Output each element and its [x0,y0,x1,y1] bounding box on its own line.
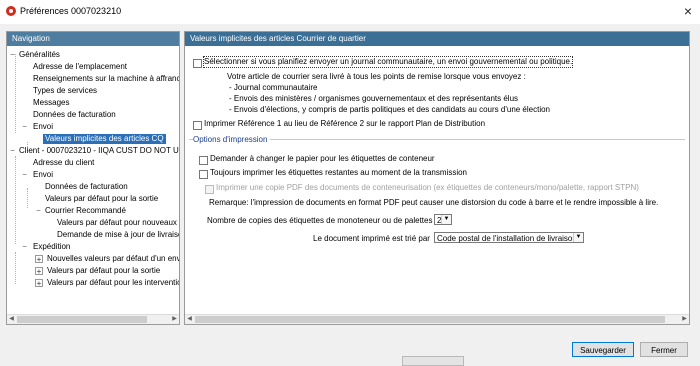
nav-item-client-donnees-facturation[interactable]: Données de facturation [45,182,128,192]
print-remaining-label[interactable]: Toujours imprimer les étiquettes restant… [210,168,467,178]
info-item-journal: - Journal communautaire [229,83,318,92]
nav-item-valeurs-nouveaux[interactable]: Valeurs par défaut pour nouveaux [57,218,177,228]
nav-item-client[interactable]: Client - 0007023210 - IIQA CUST DO NOT U… [19,146,179,156]
info-item-elections: - Envois d'élections, y compris de parti… [229,105,551,114]
reference-checkbox[interactable] [193,121,202,130]
scroll-left-icon[interactable]: ◀ [185,315,194,324]
navigation-pane: Navigation − Généralités Adresse de l'em… [6,31,180,325]
tree-line [15,54,16,133]
print-options-title: Options d'impression [193,135,271,145]
sort-label: Le document imprimé est trié par [313,234,430,243]
sort-select[interactable]: Code postal de l'installation de livrais… [434,232,584,243]
nav-item-expedition[interactable]: Expédition [33,242,70,252]
collapse-icon[interactable]: − [9,147,16,155]
nav-item-valeurs-implicites-cq[interactable]: Valeurs implicites des articles CQ [43,134,166,144]
nav-item-envoi[interactable]: Envoi [33,122,53,132]
expand-icon[interactable]: + [35,279,43,288]
navigation-header: Navigation [7,32,179,46]
tree-line [15,156,16,244]
nav-item-client-valeurs-sortie[interactable]: Valeurs par défaut pour la sortie [45,194,158,204]
tree-line [27,188,28,208]
nav-item-valeurs-interventions[interactable]: Valeurs par défaut pour les intervention… [47,278,179,288]
reference-checkbox-label[interactable]: Imprimer Référence 1 au lieu de Référenc… [204,119,485,129]
scroll-right-icon[interactable]: ▶ [170,315,179,324]
pdf-copy-label: Imprimer une copie PDF des documents de … [216,183,639,192]
title-bar: Préférences 0007023210 × [0,0,700,24]
scroll-left-icon[interactable]: ◀ [7,315,16,324]
content-pane: Valeurs implicites des articles Courrier… [184,31,690,325]
collapse-icon[interactable]: − [9,51,16,59]
nav-item-types-services[interactable]: Types de services [33,86,97,96]
window-title: Préférences 0007023210 [20,6,122,16]
nav-item-generalites[interactable]: Généralités [19,50,60,60]
collapse-icon[interactable]: − [21,243,28,251]
nav-item-adresse-emplacement[interactable]: Adresse de l'emplacement [33,62,127,72]
change-paper-checkbox[interactable] [199,156,208,165]
close-window-icon[interactable]: × [680,3,696,19]
scroll-right-icon[interactable]: ▶ [680,315,689,324]
pdf-copy-checkbox[interactable] [205,185,214,194]
expand-icon[interactable]: + [35,267,43,276]
nav-item-adresse-client[interactable]: Adresse du client [33,158,94,168]
chevron-down-icon[interactable]: ▼ [573,233,583,242]
scrollbar-thumb[interactable] [195,316,665,323]
plan-checkbox[interactable] [193,59,202,68]
collapse-icon[interactable]: − [21,171,28,179]
nav-item-machine-affranchir[interactable]: Renseignements sur la machine à affranch… [33,74,179,84]
pdf-remark: Remarque: l'impression de documents en f… [209,198,659,207]
nav-item-client-envoi[interactable]: Envoi [33,170,53,180]
expand-icon[interactable]: + [35,255,43,264]
nav-item-nouvelles-valeurs-envoi[interactable]: Nouvelles valeurs par défaut d'un envoi [47,254,179,264]
collapse-icon[interactable]: − [21,123,28,131]
app-icon [6,6,16,16]
plan-checkbox-label[interactable]: Sélectionner si vous planifiez envoyer u… [202,56,574,68]
scrollbar-thumb[interactable] [17,316,147,323]
sort-value: Code postal de l'installation de livrais… [437,234,577,243]
partial-window-fragment [402,356,464,366]
nav-item-expedition-valeurs-sortie[interactable]: Valeurs par défaut pour la sortie [47,266,160,276]
nav-item-courrier-recommande[interactable]: Courrier Recommandé [45,206,126,216]
tree-line [15,252,16,284]
save-button[interactable]: Sauvegarder [572,342,634,357]
content-horizontal-scrollbar[interactable]: ◀ ▶ [185,314,689,324]
collapse-icon[interactable]: − [35,207,42,215]
nav-item-demande-mise-a-jour[interactable]: Demande de mise à jour de livraison [57,230,179,240]
copies-label: Nombre de copies des étiquettes de monot… [207,216,433,225]
info-item-ministeres: - Envois des ministères / organismes gou… [229,94,519,103]
nav-item-messages[interactable]: Messages [33,98,69,108]
copies-select[interactable]: 2 ▼ [434,214,452,225]
print-remaining-checkbox[interactable] [199,170,208,179]
navigation-horizontal-scrollbar[interactable]: ◀ ▶ [7,314,179,324]
nav-item-donnees-facturation[interactable]: Données de facturation [33,110,116,120]
chevron-down-icon[interactable]: ▼ [441,215,451,224]
info-intro: Votre article de courrier sera livré à t… [227,72,526,81]
close-button[interactable]: Fermer [640,342,688,357]
content-header: Valeurs implicites des articles Courrier… [185,32,689,46]
change-paper-label[interactable]: Demander à changer le papier pour les ét… [210,154,435,164]
